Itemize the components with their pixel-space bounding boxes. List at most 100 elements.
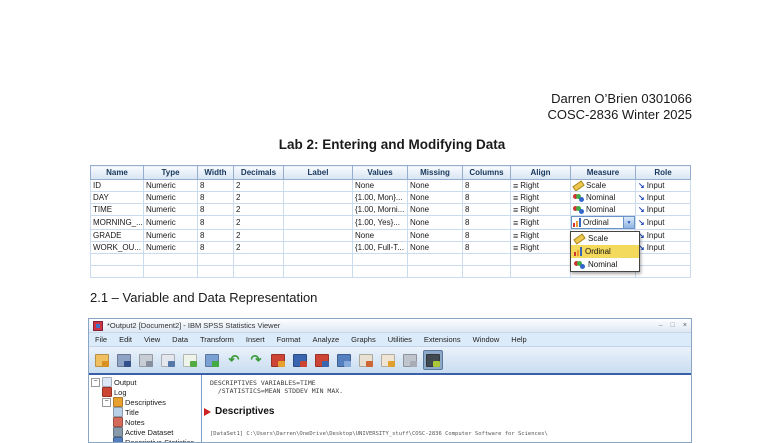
outline-item-active-dataset[interactable]: Active Dataset [89,427,201,437]
cell[interactable] [284,180,353,192]
cell[interactable]: 8 [198,180,234,192]
menu-help[interactable]: Help [505,335,532,344]
empty-cell[interactable] [144,254,198,266]
menu-format[interactable]: Format [271,335,307,344]
print-icon[interactable] [137,351,155,369]
menu-edit[interactable]: Edit [113,335,138,344]
menu-extensions[interactable]: Extensions [418,335,467,344]
maximize-button[interactable]: □ [671,322,675,329]
measure-cell[interactable]: Ordinal▼ [571,216,636,230]
role-cell[interactable]: ↘Input [636,216,691,230]
empty-cell[interactable] [284,254,353,266]
menu-data[interactable]: Data [166,335,194,344]
open-icon[interactable] [93,351,111,369]
print-preview-icon[interactable] [159,351,177,369]
cell[interactable]: MORNING_... [91,216,144,230]
measure-combobox[interactable]: Ordinal▼ [571,216,635,229]
empty-cell[interactable] [91,254,144,266]
menu-file[interactable]: File [89,335,113,344]
cell[interactable]: ID [91,180,144,192]
cell[interactable] [284,216,353,230]
outline-item-notes[interactable]: Notes [89,417,201,427]
cell[interactable]: Numeric [144,204,198,216]
variables-icon[interactable] [313,351,331,369]
align-cell[interactable]: ≡Right [511,192,571,204]
align-cell[interactable]: ≡Right [511,204,571,216]
dropdown-option-scale[interactable]: Scale [571,232,639,245]
cell[interactable]: GRADE [91,230,144,242]
cell[interactable] [284,230,353,242]
cell[interactable]: 8 [463,204,511,216]
cell[interactable]: TIME [91,204,144,216]
disabled-icon[interactable] [401,351,419,369]
empty-cell[interactable] [198,254,234,266]
cell[interactable]: 2 [234,204,284,216]
cell[interactable]: None [408,242,463,254]
cell[interactable]: Numeric [144,242,198,254]
empty-cell[interactable] [408,254,463,266]
cell[interactable]: {1.00, Yes}... [353,216,408,230]
tree-expander-icon[interactable]: − [91,378,100,387]
outline-item-output[interactable]: −Output [89,377,201,387]
empty-cell[interactable] [91,266,144,278]
cell[interactable]: None [408,204,463,216]
cell[interactable]: Numeric [144,216,198,230]
align-cell[interactable]: ≡Right [511,216,571,230]
undo-icon[interactable]: ↶ [225,351,243,369]
empty-cell[interactable] [353,266,408,278]
cell[interactable]: Numeric [144,192,198,204]
menu-graphs[interactable]: Graphs [345,335,382,344]
role-cell[interactable]: ↘Input [636,204,691,216]
empty-cell[interactable] [144,266,198,278]
recall-dialogs-icon[interactable] [203,351,221,369]
cell[interactable]: None [408,216,463,230]
cell[interactable]: 8 [463,216,511,230]
cell[interactable]: DAY [91,192,144,204]
cell[interactable]: 8 [198,204,234,216]
goto-case-icon[interactable] [269,351,287,369]
cell[interactable] [284,192,353,204]
cell[interactable]: WORK_OU... [91,242,144,254]
role-cell[interactable]: ↘Input [636,242,691,254]
role-cell[interactable]: ↘Input [636,230,691,242]
menu-window[interactable]: Window [467,335,506,344]
cell[interactable]: 8 [198,230,234,242]
empty-cell[interactable] [353,254,408,266]
empty-cell[interactable] [463,254,511,266]
tree-expander-icon[interactable]: − [102,398,111,407]
empty-cell[interactable] [463,266,511,278]
show-hide-icon[interactable] [423,350,443,370]
cell[interactable]: None [353,180,408,192]
measure-cell[interactable]: Nominal [571,192,636,204]
align-cell[interactable]: ≡Right [511,180,571,192]
outline-item-descriptive-statistics[interactable]: Descriptive Statistics [89,437,201,443]
menu-utilities[interactable]: Utilities [382,335,418,344]
cell[interactable]: 2 [234,192,284,204]
cell[interactable]: None [353,230,408,242]
empty-cell[interactable] [408,266,463,278]
empty-cell[interactable] [511,254,571,266]
empty-cell[interactable] [234,254,284,266]
cell[interactable]: 8 [463,192,511,204]
role-cell[interactable]: ↘Input [636,192,691,204]
outline-item-descriptives[interactable]: −Descriptives [89,397,201,407]
dropdown-option-nominal[interactable]: Nominal [571,258,639,271]
cell[interactable]: Numeric [144,230,198,242]
cell[interactable]: 8 [463,242,511,254]
align-cell[interactable]: ≡Right [511,242,571,254]
cell[interactable]: {1.00, Morni... [353,204,408,216]
cell[interactable]: 8 [198,216,234,230]
outline-item-title[interactable]: Title [89,407,201,417]
measure-cell[interactable]: Scale [571,180,636,192]
cell[interactable]: 8 [198,192,234,204]
minimize-button[interactable]: – [659,322,663,329]
menu-analyze[interactable]: Analyze [306,335,345,344]
use-sets-icon[interactable] [357,351,375,369]
role-cell[interactable]: ↘Input [636,180,691,192]
measure-cell[interactable]: Nominal [571,204,636,216]
menu-transform[interactable]: Transform [194,335,240,344]
empty-cell[interactable] [284,266,353,278]
empty-cell[interactable] [636,266,691,278]
cell[interactable]: 8 [463,230,511,242]
cell[interactable]: 2 [234,216,284,230]
